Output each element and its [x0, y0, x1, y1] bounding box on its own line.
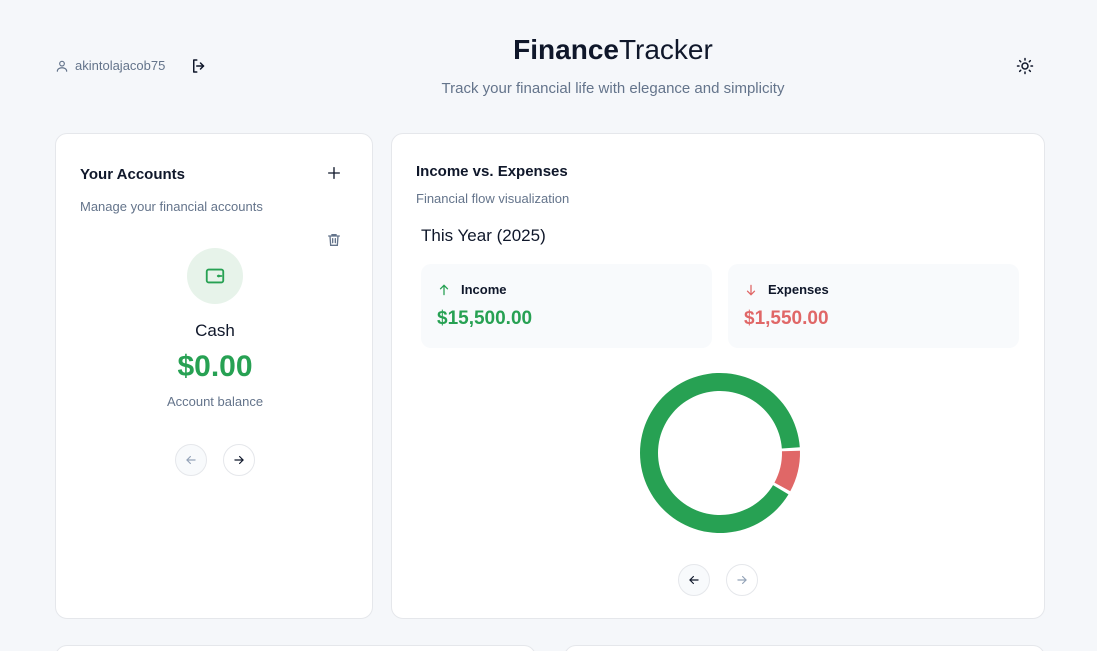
sun-icon[interactable]: [1016, 57, 1034, 75]
accounts-title: Your Accounts: [80, 166, 186, 183]
brand-bold: Finance: [513, 34, 619, 65]
accounts-card: Your Accounts Manage your financial acco…: [55, 133, 373, 619]
previous-period-button[interactable]: [678, 564, 710, 596]
donut-slice-income: [640, 372, 800, 533]
brand-light: Tracker: [618, 34, 713, 65]
arrow-right-icon: [737, 575, 747, 585]
app-header: akintolajacob75 FinanceTracker Track you…: [0, 0, 1097, 120]
accounts-subtitle: Manage your financial accounts: [80, 199, 263, 214]
period-label: This Year (2025): [421, 226, 546, 245]
wallet-icon: [205, 268, 225, 284]
income-expenses-card: Income vs. Expenses Financial flow visua…: [391, 133, 1045, 619]
trash-icon[interactable]: [326, 232, 342, 248]
next-period-button[interactable]: [726, 564, 758, 596]
arrow-up-icon: [439, 284, 449, 296]
flow-title: Income vs. Expenses: [416, 163, 568, 180]
bottom-card-left: [55, 645, 536, 651]
donut-slice-expenses: [774, 450, 800, 492]
income-value: $15,500.00: [437, 308, 533, 329]
app-tagline: Track your financial life with elegance …: [441, 80, 785, 97]
arrow-left-icon: [186, 455, 196, 465]
flow-subtitle: Financial flow visualization: [416, 191, 570, 206]
income-expenses-donut-chart: [640, 372, 800, 533]
arrow-right-icon: [234, 455, 244, 465]
account-balance: $0.00: [177, 350, 253, 383]
bottom-card-right: [564, 645, 1045, 651]
account-name: Cash: [195, 321, 235, 340]
income-label: Income: [461, 282, 507, 297]
expenses-label: Expenses: [768, 282, 829, 297]
next-account-button[interactable]: [223, 444, 255, 476]
expenses-stat: Expenses $1,550.00: [728, 264, 1019, 348]
arrow-left-icon: [689, 575, 699, 585]
account-balance-label: Account balance: [166, 394, 264, 409]
arrow-down-icon: [746, 284, 756, 296]
plus-icon[interactable]: [326, 165, 342, 181]
expenses-value: $1,550.00: [744, 308, 829, 329]
app-title: FinanceTracker: [0, 34, 1097, 66]
income-stat: Income $15,500.00: [421, 264, 712, 348]
previous-account-button[interactable]: [175, 444, 207, 476]
wallet-avatar: [187, 248, 243, 304]
